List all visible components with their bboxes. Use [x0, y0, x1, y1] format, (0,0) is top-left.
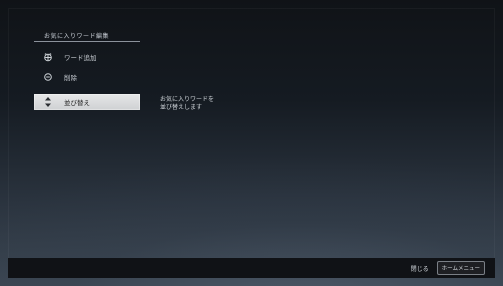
menu-item-sort[interactable]: 並び替え — [34, 94, 140, 110]
menu-item-add-word[interactable]: ワード追加 — [34, 49, 140, 65]
delete-icon — [40, 72, 56, 82]
home-menu-button[interactable]: ホームメニュー — [436, 261, 485, 275]
menu-item-add-word-label: ワード追加 — [64, 54, 97, 62]
sort-icon — [40, 96, 56, 108]
close-label: 閉じる — [410, 265, 429, 273]
menu-item-delete[interactable]: 削除 — [34, 69, 140, 85]
title-divider — [34, 41, 140, 42]
add-word-icon — [40, 52, 56, 62]
selected-item-description: お気に入りワードを 並び替えします — [160, 96, 215, 111]
menu-item-sort-label: 並び替え — [64, 99, 90, 107]
menu-item-delete-label: 削除 — [64, 74, 77, 82]
menu-title: お気に入りワード編集 — [44, 33, 110, 40]
bottom-bar: 閉じる ホームメニュー — [8, 258, 495, 278]
screen: お気に入りワード編集 ワード追加 削除 並び替え お気に入りワードを 並び替えし… — [0, 0, 503, 286]
